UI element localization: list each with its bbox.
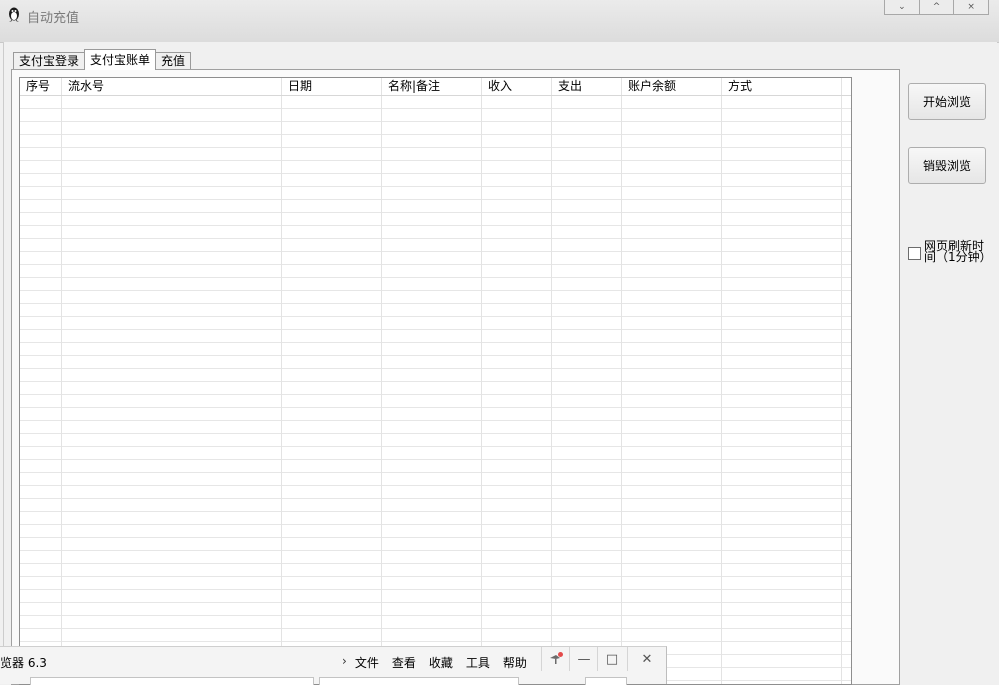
column-divider [381,96,382,684]
table-body[interactable] [20,96,851,684]
search-bar[interactable] [319,677,519,685]
table-header: 序号 流水号 日期 名称|备注 收入 支出 账户余额 方式 [20,78,851,96]
title-bar: 自动充值 ⌄ ^ × [0,0,999,43]
tab-recharge[interactable]: 充值 [155,52,192,70]
tab-bar: 支付宝登录 支付宝账单 充值 [13,49,192,70]
address-bar[interactable] [30,677,314,685]
browser-title: 览器 6.3 [0,656,47,670]
browser-minimize-button[interactable]: — [569,647,598,671]
chevron-right-icon[interactable]: › [342,654,347,671]
menu-help[interactable]: 帮助 [503,654,527,671]
column-header-expense[interactable]: 支出 [552,78,622,95]
browser-maximize-button[interactable]: □ [597,647,626,671]
menu-view[interactable]: 查看 [392,654,416,671]
column-divider [621,96,622,684]
refresh-checkbox-label: 网页刷新时间（1分钟） [924,239,992,264]
column-header-method[interactable]: 方式 [722,78,842,95]
menu-favorites[interactable]: 收藏 [429,654,453,671]
column-header-date[interactable]: 日期 [282,78,382,95]
window-title: 自动充值 [27,11,80,26]
tab-alipay-login[interactable]: 支付宝登录 [13,52,86,70]
window-controls: ⌄ ^ × [884,0,990,15]
column-header-name-note[interactable]: 名称|备注 [382,78,482,95]
column-header-income[interactable]: 收入 [482,78,552,95]
browser-close-button[interactable]: ✕ [627,647,666,671]
column-divider [551,96,552,684]
browser-window: 览器 6.3 › 文件 查看 收藏 工具 帮助 — □ ✕ [0,646,667,685]
column-divider [721,96,722,684]
toolbar-button[interactable] [585,677,627,685]
column-header-serial[interactable]: 序号 [20,78,62,95]
pin-button[interactable] [541,647,570,671]
refresh-option[interactable]: 网页刷新时间（1分钟） [908,239,992,264]
refresh-checkbox[interactable] [908,247,921,260]
destroy-browse-button[interactable]: 销毁浏览 [908,147,986,184]
column-divider [841,96,842,684]
minimize-button[interactable]: ⌄ [884,0,920,15]
start-browse-button[interactable]: 开始浏览 [908,83,986,120]
maximize-button[interactable]: ^ [919,0,955,15]
column-header-transaction-no[interactable]: 流水号 [62,78,282,95]
column-divider [281,96,282,684]
menu-tools[interactable]: 工具 [466,654,490,671]
tab-alipay-bill[interactable]: 支付宝账单 [84,49,157,70]
column-header-balance[interactable]: 账户余额 [622,78,722,95]
notification-dot [558,652,563,657]
column-divider [61,96,62,684]
column-divider [481,96,482,684]
bill-table[interactable]: 序号 流水号 日期 名称|备注 收入 支出 账户余额 方式 [19,77,852,685]
menu-file[interactable]: 文件 [355,654,379,671]
penguin-icon [9,7,19,22]
close-button[interactable]: × [954,0,990,15]
browser-menu: › 文件 查看 收藏 工具 帮助 [342,654,527,671]
